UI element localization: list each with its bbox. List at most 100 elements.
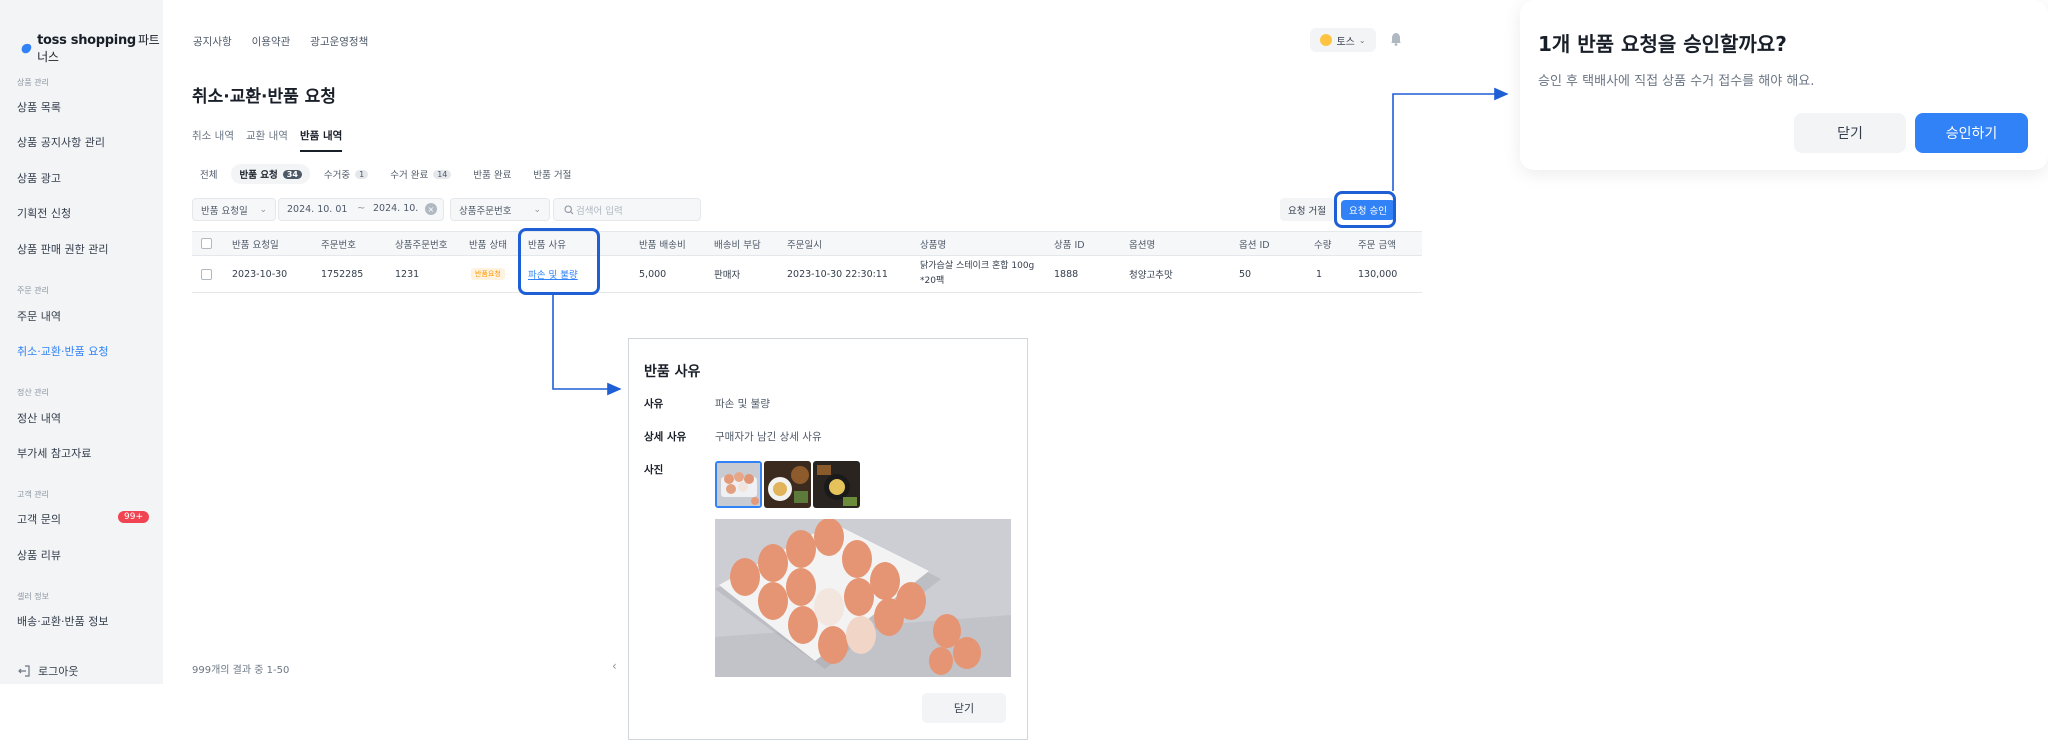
col-return-fee: 반품 배송비 — [639, 239, 686, 251]
photo-thumbnail[interactable] — [715, 461, 762, 508]
nav-notice[interactable]: 공지사항 — [193, 34, 232, 49]
dialog-title: 1개 반품 요청을 승인할까요? — [1538, 32, 1787, 56]
tab-exchange-history[interactable]: 교환 내역 — [246, 128, 288, 152]
section-label-settlement: 정산 관리 — [17, 388, 49, 397]
detail-value: 구매자가 남긴 상세 사유 — [715, 431, 822, 443]
nav-ad-policy[interactable]: 광고운영정책 — [310, 34, 368, 49]
status-badge: 반품요청 — [471, 268, 505, 280]
col-return-status: 반품 상태 — [469, 239, 507, 251]
approve-confirm-dialog: 1개 반품 요청을 승인할까요? 승인 후 택배사에 직접 상품 수거 접수를 … — [1520, 0, 2048, 170]
logo-main: toss shopping — [37, 33, 136, 48]
date-to: 2024. 10. — [373, 203, 419, 214]
photo-thumbnail[interactable] — [764, 461, 811, 508]
popup-title: 반품 사유 — [644, 364, 701, 380]
date-from: 2024. 10. 01 — [287, 204, 348, 215]
filter-all[interactable]: 전체 — [192, 164, 225, 184]
search-type-select[interactable]: 상품주문번호 ⌄ — [450, 198, 550, 221]
cell-return-fee: 5,000 — [639, 268, 667, 280]
connector-approve-dialog — [1392, 87, 1509, 191]
search-icon — [564, 204, 574, 214]
search-placeholder: 검색어 입력 — [576, 205, 623, 217]
filter-label: 반품 거절 — [533, 170, 572, 181]
cell-ordered-at: 2023-10-30 22:30:11 — [787, 268, 888, 280]
filter-return-requested[interactable]: 반품 요청 34 — [231, 164, 310, 184]
col-ordered-at: 주문일시 — [787, 239, 822, 251]
sidebar-item-product-ads[interactable]: 상품 광고 — [17, 170, 61, 186]
filter-count: 1 — [355, 169, 369, 179]
filter-count: 34 — [282, 169, 302, 179]
chevron-left-icon[interactable]: ‹ — [612, 659, 617, 673]
sidebar-item-reviews[interactable]: 상품 리뷰 — [17, 547, 61, 563]
bell-icon[interactable] — [1389, 31, 1403, 46]
col-product-order-no: 상품주문번호 — [395, 239, 448, 251]
user-name: 토스 — [1336, 36, 1355, 48]
sidebar-item-sales-permission[interactable]: 상품 판매 권한 관리 — [17, 241, 108, 257]
chevron-down-icon: ⌄ — [1358, 35, 1366, 45]
top-nav: 공지사항 이용약관 광고운영정책 — [193, 34, 368, 49]
col-product-name: 상품명 — [920, 239, 947, 251]
reason-highlight-box — [518, 228, 600, 295]
tab-return-history[interactable]: 반품 내역 — [299, 128, 343, 152]
return-table: 반품 요청일 주문번호 상품주문번호 반품 상태 반품 사유 반품 배송비 배송… — [192, 231, 1422, 293]
logo[interactable]: toss shopping 파트너스 — [20, 31, 163, 65]
photo-label: 사진 — [644, 464, 664, 476]
connector-reason-popup — [552, 295, 622, 396]
product-name-line2: *20팩 — [920, 276, 945, 286]
reject-request-button[interactable]: 요청 거절 — [1280, 198, 1334, 221]
nav-terms[interactable]: 이용약관 — [252, 34, 291, 49]
sidebar-item-shipping-info[interactable]: 배송·교환·반품 정보 — [17, 613, 108, 629]
user-menu[interactable]: 토스 ⌄ — [1310, 28, 1376, 52]
col-fee-payer: 배송비 부담 — [714, 239, 761, 251]
filter-collected[interactable]: 수거 완료 14 — [382, 164, 459, 184]
cell-order-no: 1752285 — [321, 268, 364, 280]
row-checkbox[interactable] — [201, 268, 212, 280]
sidebar-item-vat[interactable]: 부가세 참고자료 — [17, 445, 91, 461]
cell-qty: 1 — [1316, 268, 1323, 280]
sidebar-item-exhibition[interactable]: 기획전 신청 — [17, 205, 71, 221]
return-photo-preview — [715, 519, 1011, 677]
approve-highlight-box — [1334, 191, 1396, 228]
clear-icon[interactable]: × — [425, 203, 437, 215]
return-reason-popup: 반품 사유 사유 파손 및 불량 상세 사유 구매자가 남긴 상세 사유 사진 — [628, 338, 1028, 740]
sidebar: toss shopping 파트너스 상품 관리 상품 목록 상품 공지사항 관리… — [0, 0, 163, 684]
cell-return-date: 2023-10-30 — [232, 268, 288, 280]
search-input[interactable]: 검색어 입력 — [553, 198, 701, 221]
table-header: 반품 요청일 주문번호 상품주문번호 반품 상태 반품 사유 반품 배송비 배송… — [192, 231, 1422, 256]
logout-button[interactable]: 로그아웃 — [17, 663, 78, 679]
sidebar-item-product-notice[interactable]: 상품 공지사항 관리 — [17, 134, 105, 150]
filter-return-rejected[interactable]: 반품 거절 — [525, 164, 579, 184]
select-all-checkbox[interactable] — [201, 238, 212, 249]
filter-return-complete[interactable]: 반품 완료 — [465, 164, 519, 184]
dialog-close-button[interactable]: 닫기 — [1794, 113, 1906, 153]
col-qty: 수량 — [1314, 239, 1332, 251]
filter-all-label: 전체 — [200, 170, 218, 181]
cell-amount: 130,000 — [1358, 268, 1398, 280]
reason-value: 파손 및 불량 — [715, 398, 770, 410]
tab-cancel-history[interactable]: 취소 내역 — [192, 128, 234, 152]
filter-label: 반품 완료 — [473, 170, 512, 181]
cell-product-id: 1888 — [1054, 268, 1079, 280]
sidebar-item-inquiries[interactable]: 고객 문의 — [17, 511, 61, 527]
filter-label: 반품 요청 — [239, 170, 278, 181]
popup-close-button[interactable]: 닫기 — [922, 693, 1006, 723]
search-type-value: 상품주문번호 — [459, 205, 512, 217]
result-count: 999개의 결과 중 1-50 — [192, 665, 290, 676]
sidebar-item-settlement[interactable]: 정산 내역 — [17, 410, 61, 426]
cell-product-order-no: 1231 — [395, 268, 420, 280]
product-name-line1: 닭가슴살 스테이크 혼합 100g — [920, 261, 1035, 271]
filter-collecting[interactable]: 수거중 1 — [316, 164, 376, 184]
sidebar-item-cancel-exchange-return[interactable]: 취소·교환·반품 요청 — [17, 343, 108, 359]
logout-icon — [18, 665, 30, 677]
sidebar-item-orders[interactable]: 주문 내역 — [17, 308, 61, 324]
dialog-approve-button[interactable]: 승인하기 — [1915, 113, 2028, 153]
col-product-id: 상품 ID — [1054, 239, 1085, 251]
table-row[interactable]: 2023-10-30 1752285 1231 반품요청 파손 및 불량 5,0… — [192, 256, 1422, 293]
page-title: 취소·교환·반품 요청 — [192, 87, 336, 107]
col-option-id: 옵션 ID — [1239, 239, 1270, 251]
filter-label: 수거 완료 — [390, 170, 429, 181]
photo-thumbnail[interactable] — [813, 461, 860, 508]
date-type-select[interactable]: 반품 요청일 ⌄ — [192, 198, 276, 221]
cell-fee-payer: 판매자 — [714, 270, 741, 281]
col-order-no: 주문번호 — [321, 239, 356, 251]
sidebar-item-product-list[interactable]: 상품 목록 — [17, 99, 61, 115]
